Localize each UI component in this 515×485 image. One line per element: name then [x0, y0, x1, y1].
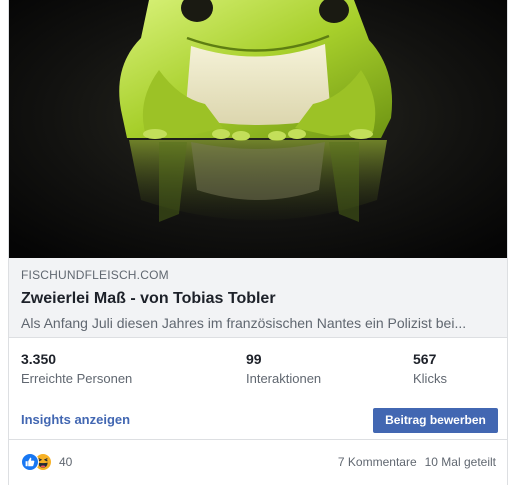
post-footer: 40 7 Kommentare 10 Mal geteilt — [9, 441, 507, 485]
engagement-summary: 7 Kommentare 10 Mal geteilt — [338, 454, 496, 470]
stat-clicks-label: Klicks — [413, 371, 447, 386]
shares-count-link[interactable]: 10 Mal geteilt — [425, 455, 496, 469]
link-preview[interactable]: FISCHUNDFLEISCH.COM Zweierlei Maß - von … — [9, 258, 507, 338]
stat-engagements: 99 Interaktionen — [246, 350, 321, 388]
post-card: FISCHUNDFLEISCH.COM Zweierlei Maß - von … — [8, 0, 508, 485]
boost-post-button[interactable]: Beitrag bewerben — [373, 408, 498, 433]
link-description: Als Anfang Juli diesen Jahres im französ… — [21, 315, 467, 331]
stat-clicks-value: 567 — [413, 351, 437, 367]
stat-reach: 3.350 Erreichte Personen — [21, 350, 132, 388]
post-stats: 3.350 Erreichte Personen 99 Interaktione… — [9, 350, 507, 396]
link-domain: FISCHUNDFLEISCH.COM — [21, 268, 169, 282]
post-actions: Insights anzeigen Beitrag bewerben — [9, 404, 507, 440]
stat-reach-label: Erreichte Personen — [21, 371, 133, 386]
comments-count-link[interactable]: 7 Kommentare — [338, 455, 417, 469]
like-icon — [21, 453, 39, 471]
link-title[interactable]: Zweierlei Maß - von Tobias Tobler — [21, 289, 495, 309]
link-preview-image[interactable] — [9, 0, 507, 258]
frog-photo-icon — [9, 0, 507, 258]
stat-engagements-value: 99 — [246, 351, 262, 367]
reaction-count: 40 — [59, 455, 73, 469]
view-insights-link[interactable]: Insights anzeigen — [21, 412, 130, 427]
stat-clicks: 567 Klicks — [413, 350, 447, 388]
stat-engagements-label: Interaktionen — [246, 371, 322, 386]
stat-reach-value: 3.350 — [21, 351, 57, 367]
